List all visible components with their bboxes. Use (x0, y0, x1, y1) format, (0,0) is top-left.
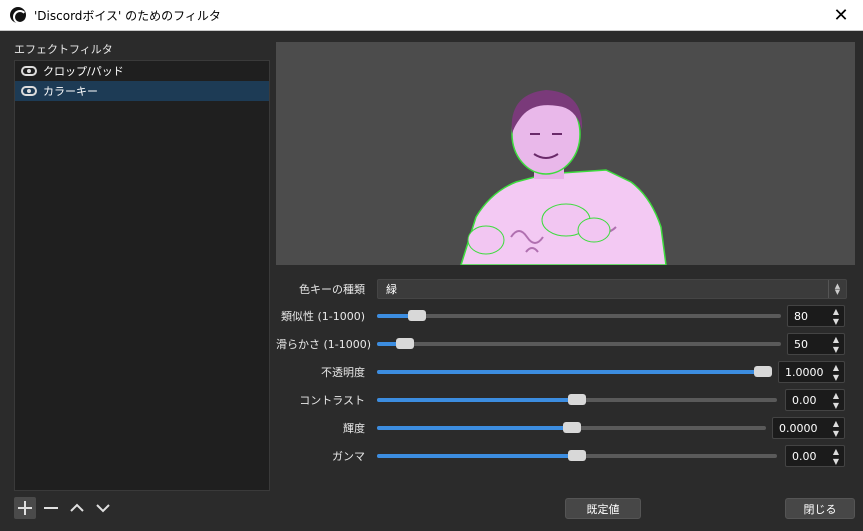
filter-preview (276, 42, 855, 265)
spin-up-icon[interactable]: ▲ (833, 308, 839, 316)
close-window-button[interactable]: ✕ (819, 0, 863, 30)
smoothness-spinbox[interactable]: 50 ▲ ▼ (787, 333, 845, 355)
move-down-button[interactable] (92, 497, 114, 519)
title-bar: 'Discordボイス' のためのフィルタ ✕ (0, 0, 863, 31)
spin-down-icon[interactable]: ▼ (833, 430, 839, 438)
chevron-up-icon (70, 503, 84, 512)
gamma-slider-fill (377, 454, 577, 458)
similarity-value: 80 (794, 309, 808, 323)
spin-arrows: ▲ ▼ (828, 446, 844, 468)
contrast-row: コントラスト 0.00 ▲ ▼ (276, 389, 855, 411)
minus-icon (44, 507, 58, 509)
brightness-value: 0.0000 (779, 421, 818, 435)
smoothness-row: 滑らかさ (1-1000) 50 ▲ ▼ (276, 333, 855, 355)
filter-item-label: クロップ/パッド (43, 65, 124, 78)
gamma-spinbox[interactable]: 0.00 ▲ ▼ (785, 445, 845, 467)
defaults-button[interactable]: 既定値 (565, 498, 641, 519)
brightness-spinbox[interactable]: 0.0000 ▲ ▼ (772, 417, 845, 439)
spin-arrows: ▲ ▼ (828, 418, 844, 440)
spin-down-icon[interactable]: ▼ (833, 318, 839, 326)
filter-item-crop-pad[interactable]: クロップ/パッド (15, 61, 269, 81)
gamma-row: ガンマ 0.00 ▲ ▼ (276, 445, 855, 467)
spin-up-icon[interactable]: ▲ (833, 420, 839, 428)
spin-down-icon[interactable]: ▼ (833, 346, 839, 354)
move-up-button[interactable] (66, 497, 88, 519)
spin-arrows: ▲ ▼ (828, 362, 844, 384)
key-color-type-label: 色キーの種類 (299, 283, 365, 296)
brightness-slider-handle[interactable] (563, 422, 581, 433)
obs-icon (10, 7, 27, 24)
window-title: 'Discordボイス' のためのフィルタ (34, 8, 221, 23)
key-color-type-row: 色キーの種類 緑 ▲ ▼ (276, 278, 855, 300)
spin-down-icon[interactable]: ▼ (833, 402, 839, 410)
contrast-spinbox[interactable]: 0.00 ▲ ▼ (785, 389, 845, 411)
contrast-value: 0.00 (792, 393, 817, 407)
spin-arrows: ▲ ▼ (828, 390, 844, 412)
gamma-value: 0.00 (792, 449, 817, 463)
key-color-type-select[interactable]: 緑 ▲ ▼ (377, 279, 847, 299)
opacity-slider-fill (377, 370, 763, 374)
close-button[interactable]: 閉じる (785, 498, 855, 519)
smoothness-slider[interactable] (377, 338, 781, 349)
spin-arrows: ▲ ▼ (828, 306, 844, 328)
spin-up-icon[interactable]: ▲ (833, 364, 839, 372)
opacity-slider-handle[interactable] (754, 366, 772, 377)
opacity-slider[interactable] (377, 366, 772, 377)
smoothness-value: 50 (794, 337, 808, 351)
opacity-label: 不透明度 (321, 366, 365, 379)
gamma-slider[interactable] (377, 450, 777, 461)
filter-list[interactable]: クロップ/パッド カラーキー (14, 60, 270, 491)
spin-up-icon[interactable]: ▲ (833, 392, 839, 400)
spin-down-icon[interactable]: ▼ (833, 374, 839, 382)
spin-up-icon[interactable]: ▲ (833, 336, 839, 344)
opacity-row: 不透明度 1.0000 ▲ ▼ (276, 361, 855, 383)
contrast-slider[interactable] (377, 394, 777, 405)
similarity-row: 類似性 (1-1000) 80 ▲ ▼ (276, 305, 855, 327)
contrast-slider-fill (377, 398, 577, 402)
eye-icon[interactable] (21, 66, 37, 76)
brightness-row: 輝度 0.0000 ▲ ▼ (276, 417, 855, 439)
gamma-label: ガンマ (332, 450, 365, 463)
brightness-label: 輝度 (343, 422, 365, 435)
chevron-down-icon (96, 504, 110, 513)
add-filter-button[interactable] (14, 497, 36, 519)
remove-filter-button[interactable] (40, 497, 62, 519)
contrast-slider-handle[interactable] (568, 394, 586, 405)
filter-item-label: カラーキー (43, 85, 98, 98)
smoothness-label: 滑らかさ (1-1000) (276, 338, 372, 351)
effect-filters-heading: エフェクトフィルタ (14, 43, 113, 56)
spin-down-icon[interactable]: ▼ (833, 458, 839, 466)
gamma-slider-handle[interactable] (568, 450, 586, 461)
contrast-label: コントラスト (299, 394, 365, 407)
spin-up-icon[interactable]: ▲ (833, 448, 839, 456)
similarity-label: 類似性 (1-1000) (280, 310, 365, 323)
opacity-spinbox[interactable]: 1.0000 ▲ ▼ (778, 361, 845, 383)
updown-arrow-icon: ▲ ▼ (828, 280, 846, 298)
spin-arrows: ▲ ▼ (828, 334, 844, 356)
smoothness-slider-handle[interactable] (396, 338, 414, 349)
opacity-value: 1.0000 (785, 365, 824, 379)
similarity-slider-handle[interactable] (408, 310, 426, 321)
plus-icon (18, 501, 32, 515)
keyed-person-image (460, 90, 667, 265)
filter-list-toolbar (14, 497, 114, 519)
brightness-slider[interactable] (377, 422, 766, 433)
brightness-slider-fill (377, 426, 572, 430)
key-color-type-value: 緑 (386, 283, 397, 296)
similarity-spinbox[interactable]: 80 ▲ ▼ (787, 305, 845, 327)
similarity-slider[interactable] (377, 310, 781, 321)
eye-icon[interactable] (21, 86, 37, 96)
filter-item-color-key[interactable]: カラーキー (15, 81, 269, 101)
